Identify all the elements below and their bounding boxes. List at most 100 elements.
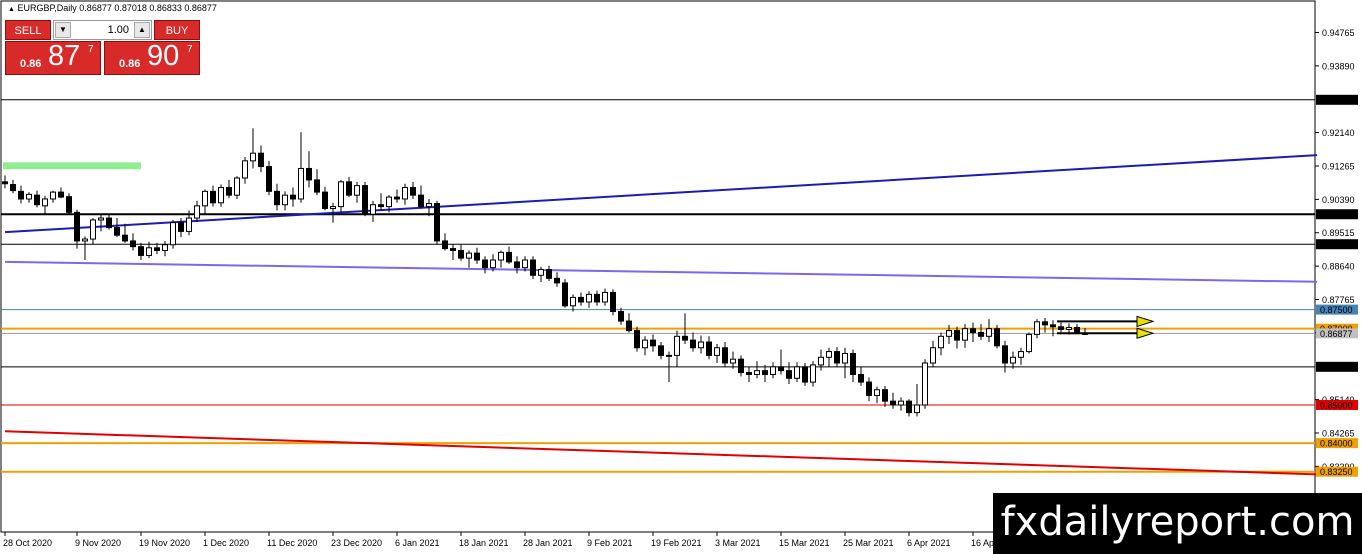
candle-bearish bbox=[410, 187, 416, 196]
candle-bearish bbox=[434, 203, 440, 242]
candle-bearish bbox=[1058, 326, 1064, 330]
candle-bearish bbox=[266, 166, 272, 192]
candle-bullish bbox=[946, 330, 952, 337]
candle-bearish bbox=[458, 249, 464, 259]
candle-bearish bbox=[474, 252, 480, 261]
price-chart[interactable]: 0.94765 0.93890 0.92140 0.91265 0.90390 0.895… bbox=[0, 0, 1362, 554]
time-tick-label: 25 Mar 2021 bbox=[843, 538, 894, 548]
candle-bullish bbox=[930, 347, 936, 364]
buy-price-box[interactable]: 0.86 90 7 bbox=[104, 40, 200, 75]
candle-bearish bbox=[634, 330, 640, 349]
candle-bullish bbox=[250, 152, 256, 162]
candle-bearish bbox=[650, 339, 656, 347]
time-tick-label: 28 Oct 2020 bbox=[3, 538, 52, 548]
candle-bearish bbox=[154, 247, 160, 251]
candle-bearish bbox=[2, 181, 8, 185]
candle-bullish bbox=[538, 269, 544, 276]
candle-bearish bbox=[850, 352, 856, 375]
collapse-triangle-icon[interactable]: ▲ bbox=[8, 6, 15, 13]
candle-bullish bbox=[98, 217, 104, 221]
arrow-head bbox=[1136, 315, 1155, 328]
sell-button[interactable]: SELL bbox=[5, 20, 51, 40]
candle-bearish bbox=[322, 191, 328, 210]
candle-bearish bbox=[10, 183, 16, 192]
candle-bullish bbox=[602, 291, 608, 303]
candle-bearish bbox=[994, 328, 1000, 347]
lot-size-input[interactable] bbox=[72, 21, 133, 39]
buy-price-pips: 90 bbox=[147, 40, 180, 72]
lot-decrease-icon[interactable]: ▼ bbox=[55, 22, 71, 38]
price-tick-label: 0.89515 bbox=[1322, 228, 1355, 238]
candle-bearish bbox=[34, 194, 40, 206]
candle-bullish bbox=[570, 296, 576, 307]
candle-bearish bbox=[378, 204, 384, 208]
candle-bullish bbox=[730, 358, 736, 364]
sell-price-prefix: 0.86 bbox=[20, 58, 42, 70]
candle-bullish bbox=[810, 364, 816, 383]
candle-bearish bbox=[578, 296, 584, 303]
price-tick-label: 0.84265 bbox=[1322, 429, 1355, 439]
candle-bearish bbox=[882, 389, 888, 402]
trendline bbox=[4, 260, 1318, 283]
candle-bearish bbox=[130, 240, 136, 248]
candle-bearish bbox=[346, 181, 352, 196]
level-price-label: 0.86000 bbox=[1320, 362, 1353, 372]
candle-bullish bbox=[794, 366, 800, 379]
candle-bullish bbox=[234, 177, 240, 196]
trendline bbox=[4, 430, 1318, 476]
candle-bearish bbox=[690, 339, 696, 349]
candle-bullish bbox=[962, 328, 968, 341]
symbol-ohlc-text: EURGBP,Daily 0.86877 0.87018 0.86833 0.8… bbox=[17, 3, 217, 13]
candle-bullish bbox=[522, 259, 528, 269]
candle-bullish bbox=[818, 356, 824, 366]
candle-bearish bbox=[106, 217, 112, 229]
candle-bearish bbox=[954, 330, 960, 341]
candle-bullish bbox=[938, 335, 944, 349]
candle-bearish bbox=[58, 191, 64, 198]
candle-bullish bbox=[466, 252, 472, 259]
candle-bearish bbox=[802, 366, 808, 383]
candle-bearish bbox=[706, 341, 712, 356]
candle-bearish bbox=[138, 246, 144, 256]
candle-bullish bbox=[402, 187, 408, 200]
candle-bullish bbox=[426, 203, 432, 208]
sell-price-pips: 87 bbox=[48, 40, 81, 72]
candle-bearish bbox=[722, 347, 728, 364]
candle-bearish bbox=[226, 187, 232, 196]
candle-bearish bbox=[970, 328, 976, 333]
buy-button[interactable]: BUY bbox=[154, 20, 200, 40]
candle-bearish bbox=[1074, 327, 1080, 333]
chart-header: ▲ EURGBP,Daily 0.86877 0.87018 0.86833 0… bbox=[8, 3, 217, 13]
candle-bullish bbox=[298, 167, 304, 200]
candle-bearish bbox=[562, 282, 568, 307]
candle-bearish bbox=[114, 227, 120, 236]
sell-price-box[interactable]: 0.86 87 7 bbox=[5, 40, 101, 75]
level-price-label: 0.84000 bbox=[1320, 439, 1353, 449]
time-tick-label: 6 Apr 2021 bbox=[907, 538, 951, 548]
candle-bullish bbox=[386, 196, 392, 208]
candle-bearish bbox=[1042, 321, 1048, 326]
time-tick-label: 1 Dec 2020 bbox=[203, 538, 249, 548]
price-tick-label: 0.92140 bbox=[1322, 128, 1355, 138]
candle-bearish bbox=[626, 320, 632, 332]
candle-bearish bbox=[362, 185, 368, 215]
candle-bullish bbox=[50, 191, 56, 200]
lot-increase-icon[interactable]: ▲ bbox=[134, 22, 150, 38]
candle-bearish bbox=[858, 373, 864, 383]
candle-bearish bbox=[554, 277, 560, 284]
candle-bullish bbox=[242, 160, 248, 179]
candle-bearish bbox=[442, 240, 448, 250]
candle-bearish bbox=[738, 358, 744, 374]
candle-bearish bbox=[610, 291, 616, 313]
candle-bearish bbox=[450, 248, 456, 251]
candle-bearish bbox=[866, 381, 872, 396]
level-price-label: 0.86877 bbox=[1320, 329, 1353, 339]
candle-bearish bbox=[178, 222, 184, 232]
time-tick-label: 28 Jan 2021 bbox=[523, 538, 573, 548]
candle-bearish bbox=[314, 179, 320, 193]
candle-bearish bbox=[210, 190, 216, 204]
support-resistance-zone bbox=[3, 162, 141, 170]
candle-bullish bbox=[666, 354, 672, 357]
candle-bearish bbox=[834, 351, 840, 364]
candle-bullish bbox=[754, 370, 760, 375]
